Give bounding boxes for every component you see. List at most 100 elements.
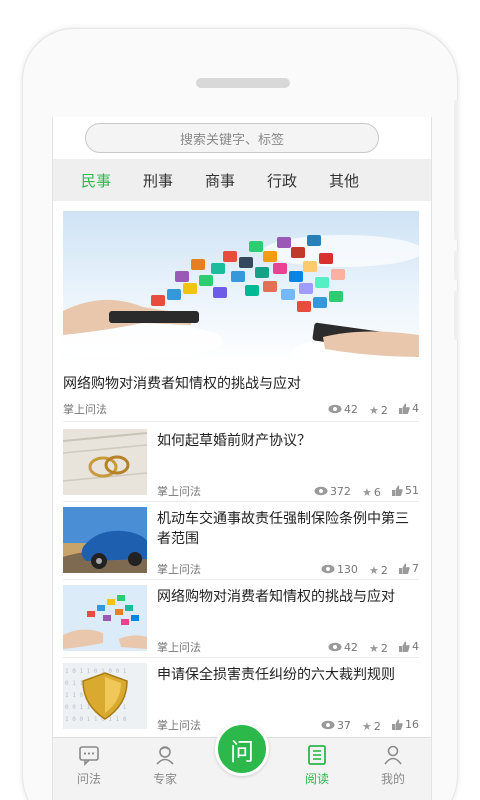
stars-stat: ★ 2 <box>369 564 388 577</box>
article-meta: 掌上问法 130 ★ 2 7 <box>157 559 419 578</box>
stars-stat: ★ 2 <box>369 404 388 417</box>
category-tabs: 民事 刑事 商事 行政 其他 <box>53 159 431 201</box>
article-source: 掌上问法 <box>157 484 201 498</box>
article-stats: 372 ★ 6 51 <box>308 481 419 500</box>
likes-stat: 16 <box>392 718 419 731</box>
likes-count: 16 <box>405 718 419 731</box>
read-icon <box>308 745 326 765</box>
hero-article-title[interactable]: 网络购物对消费者知情权的挑战与应对 <box>63 373 301 393</box>
thumbs-up-icon <box>392 719 403 730</box>
likes-stat: 4 <box>399 402 419 415</box>
svg-text:1 0 1 1 0 1 0 0 1: 1 0 1 1 0 1 0 0 1 <box>65 668 127 675</box>
bottom-nav: 问法 专家 问 阅读 我的 <box>53 722 431 800</box>
ask-question-button[interactable]: 问 <box>215 722 269 776</box>
eye-icon <box>321 720 335 730</box>
thumbs-up-icon <box>399 641 410 652</box>
article-meta: 掌上问法 37 ★ 2 16 <box>157 715 419 734</box>
star-icon: ★ <box>369 404 379 417</box>
star-icon: ★ <box>362 720 372 733</box>
star-icon: ★ <box>369 642 379 655</box>
tab-criminal[interactable]: 刑事 <box>143 170 205 191</box>
views-stat: 42 <box>328 403 358 416</box>
article-meta: 掌上问法 42 ★ 2 4 <box>157 637 419 656</box>
likes-count: 7 <box>412 562 419 575</box>
hero-image[interactable] <box>63 211 419 363</box>
stars-stat: ★ 2 <box>369 642 388 655</box>
divider <box>63 657 419 658</box>
search-bar: 搜索关键字、标签 <box>53 117 431 159</box>
nav-item-experts[interactable]: 专家 <box>135 744 195 787</box>
article-feed: 网络购物对消费者知情权的挑战与应对 掌上问法 42 ★ 2 4 如何起草婚前财产… <box>53 201 431 737</box>
stars-count: 2 <box>373 720 381 733</box>
views-count: 37 <box>336 718 351 732</box>
article-title: 机动车交通事故责任强制保险条例中第三者范围 <box>157 511 409 547</box>
stars-count: 2 <box>380 564 388 577</box>
nav-label: 专家 <box>152 772 177 786</box>
article-meta: 掌上问法 372 ★ 6 51 <box>157 481 419 500</box>
phone-speaker <box>196 78 290 88</box>
nav-item-mine[interactable]: 我的 <box>363 744 423 787</box>
side-button-low <box>454 290 458 340</box>
nav-label: 阅读 <box>304 772 329 786</box>
device-stage: 搜索关键字、标签 民事 刑事 商事 行政 其他 网络购物对消费者知情权的挑战与应… <box>0 0 480 800</box>
nav-label: 我的 <box>380 772 405 786</box>
divider <box>63 421 419 422</box>
views-count: 372 <box>329 484 351 498</box>
side-button-top <box>454 100 458 240</box>
profile-icon <box>384 745 402 765</box>
nav-item-ask-law[interactable]: 问法 <box>59 744 119 787</box>
side-button-mid <box>454 250 458 280</box>
list-item[interactable]: 如何起草婚前财产协议？ 掌上问法 372 ★ 6 51 <box>63 429 419 499</box>
eye-icon <box>328 642 342 652</box>
article-title: 网络购物对消费者知情权的挑战与应对 <box>157 589 395 605</box>
stars-count: 2 <box>380 404 388 417</box>
eye-icon <box>321 564 335 574</box>
expert-icon <box>156 746 174 765</box>
hero-article-meta: 掌上问法 42 ★ 2 4 <box>63 399 419 418</box>
eye-icon <box>328 404 342 414</box>
search-input[interactable]: 搜索关键字、标签 <box>85 123 379 153</box>
stars-count: 2 <box>380 642 388 655</box>
tab-commercial[interactable]: 商事 <box>205 170 267 191</box>
chat-icon <box>79 746 99 766</box>
article-stats: 130 ★ 2 7 <box>315 559 419 578</box>
likes-count: 51 <box>405 484 419 497</box>
views-stat: 130 <box>321 563 358 576</box>
likes-count: 4 <box>412 402 419 415</box>
tab-administrative[interactable]: 行政 <box>267 170 329 191</box>
stars-stat: ★ 6 <box>362 486 381 499</box>
nav-item-read[interactable]: 阅读 <box>287 744 347 787</box>
article-source: 掌上问法 <box>157 562 201 576</box>
likes-stat: 4 <box>399 640 419 653</box>
ask-button-label: 问 <box>230 737 254 766</box>
thumbs-up-icon <box>392 485 403 496</box>
eye-icon <box>314 486 328 496</box>
article-source: 掌上问法 <box>157 640 201 654</box>
tab-other[interactable]: 其他 <box>329 170 391 191</box>
article-stats: 42 ★ 2 4 <box>322 399 419 418</box>
stars-stat: ★ 2 <box>362 720 381 733</box>
article-stats: 37 ★ 2 16 <box>315 715 419 734</box>
stars-count: 6 <box>373 486 381 499</box>
views-count: 130 <box>336 562 358 576</box>
shield-image: 1 0 1 1 0 1 0 0 1 0 1 1 0 1 0 1 1 0 1 1 … <box>63 663 147 729</box>
views-stat: 42 <box>328 641 358 654</box>
article-title: 如何起草婚前财产协议？ <box>157 433 311 449</box>
likes-stat: 51 <box>392 484 419 497</box>
article-source: 掌上问法 <box>63 402 107 416</box>
car-image <box>63 507 147 573</box>
views-count: 42 <box>343 640 358 654</box>
views-stat: 37 <box>321 719 351 732</box>
list-item[interactable]: 机动车交通事故责任强制保险条例中第三者范围 掌上问法 130 ★ 2 7 <box>63 507 419 577</box>
tab-civil[interactable]: 民事 <box>81 170 143 191</box>
thumbs-up-icon <box>399 403 410 414</box>
views-stat: 372 <box>314 485 351 498</box>
star-icon: ★ <box>362 486 372 499</box>
list-item[interactable]: 网络购物对消费者知情权的挑战与应对 掌上问法 42 ★ 2 4 <box>63 585 419 655</box>
divider <box>63 579 419 580</box>
nav-label: 问法 <box>76 772 101 786</box>
svg-text:1 0 0 1 1 0 1 1 0: 1 0 0 1 1 0 1 1 0 <box>65 716 127 723</box>
views-count: 42 <box>343 402 358 416</box>
likes-count: 4 <box>412 640 419 653</box>
article-source: 掌上问法 <box>157 718 201 732</box>
